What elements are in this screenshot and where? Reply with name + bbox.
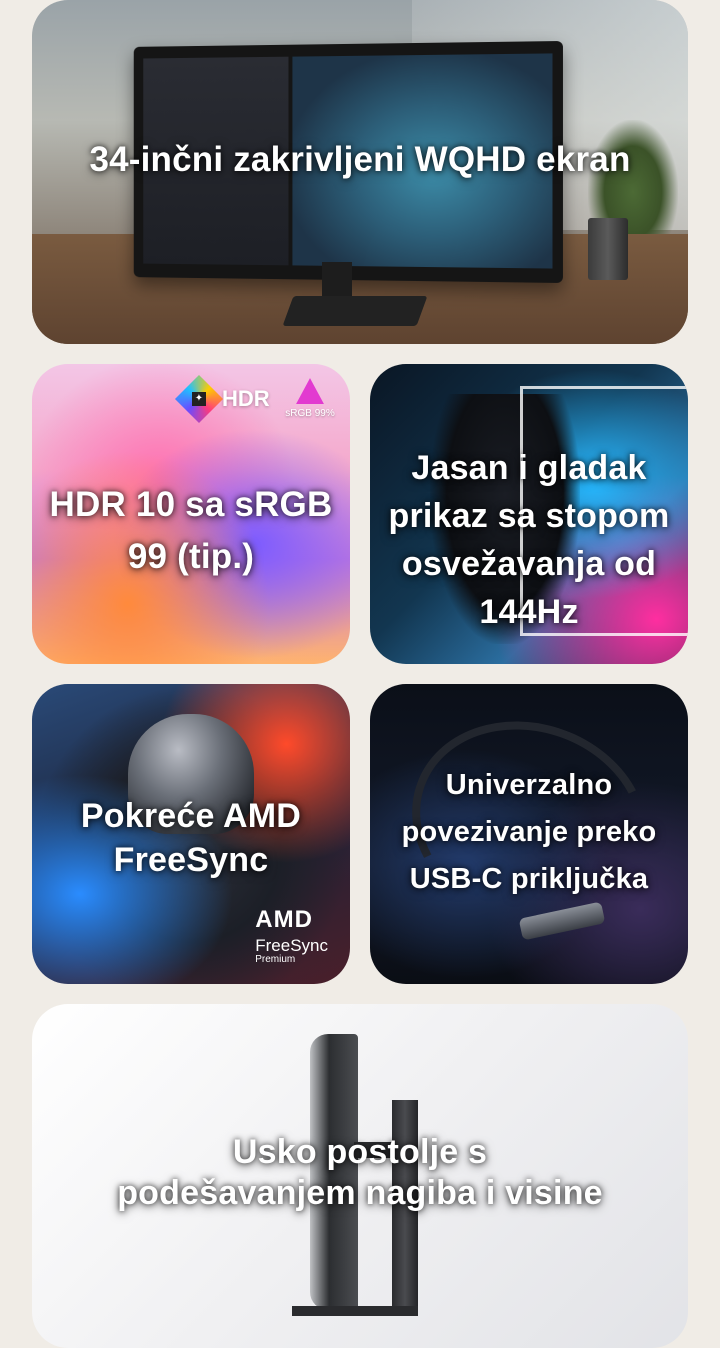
card-caption: Jasan i gladak prikaz sa stopom osvežava…	[370, 444, 688, 636]
caption-line: Jasan i gladak	[411, 449, 647, 487]
amd-freesync-premium-logo: AMD FreeSync Premium	[255, 906, 328, 965]
caption-line: USB-C priključka	[409, 863, 649, 895]
feature-card-usb-c: Univerzalno povezivanje preko USB-C prik…	[370, 684, 688, 984]
stand-foot	[292, 1306, 418, 1316]
caption-line: prikaz sa stopom	[388, 497, 670, 535]
pen-cup	[588, 218, 628, 280]
feature-card-freesync: Pokreće AMD FreeSync AMD FreeSync Premiu…	[32, 684, 350, 984]
srgb-triangle-icon	[296, 378, 324, 404]
caption-line: povezivanje preko	[401, 816, 657, 848]
feature-card-hdr: ✦ HDR sRGB 99% HDR 10 sa sRGB 99 (tip.)	[32, 364, 350, 664]
card-caption: Pokreće AMD FreeSync	[32, 794, 350, 882]
caption-line: 99 (tip.)	[127, 537, 255, 576]
hdr-badge: ✦ HDR	[174, 374, 270, 424]
caption-line: osvežavanja od	[401, 545, 657, 583]
srgb-badge-label: sRGB 99%	[285, 408, 335, 419]
caption-line: FreeSync	[113, 841, 269, 879]
caption-line: Usko postolje s	[232, 1133, 488, 1171]
caption-line: Univerzalno	[445, 769, 613, 801]
amd-logo-text: AMD	[255, 906, 313, 933]
monitor-stand-base	[282, 296, 428, 326]
feature-card-stand: Usko postolje s podešavanjem nagiba i vi…	[32, 1004, 688, 1348]
card-caption: 34-inčni zakrivljeni WQHD ekran	[89, 140, 631, 179]
caption-line: podešavanjem nagiba i visine	[117, 1174, 603, 1212]
feature-card-curved-wqhd: 34-inčni zakrivljeni WQHD ekran	[32, 0, 688, 344]
caption-line: 144Hz	[479, 593, 579, 631]
caption-line: HDR 10 sa sRGB	[49, 485, 333, 524]
card-caption: Univerzalno povezivanje preko USB-C prik…	[370, 762, 688, 903]
card-caption: Usko postolje s podešavanjem nagiba i vi…	[32, 1132, 688, 1214]
hdr-badge-label: HDR	[222, 386, 270, 411]
srgb-badge: sRGB 99%	[284, 378, 336, 419]
freesync-logo-text: FreeSync	[255, 936, 328, 955]
caption-line: Pokreće AMD	[80, 797, 302, 835]
hdr-logo-icon: ✦	[174, 374, 224, 424]
feature-card-144hz: Jasan i gladak prikaz sa stopom osvežava…	[370, 364, 688, 664]
card-caption: HDR 10 sa sRGB 99 (tip.)	[32, 479, 350, 583]
